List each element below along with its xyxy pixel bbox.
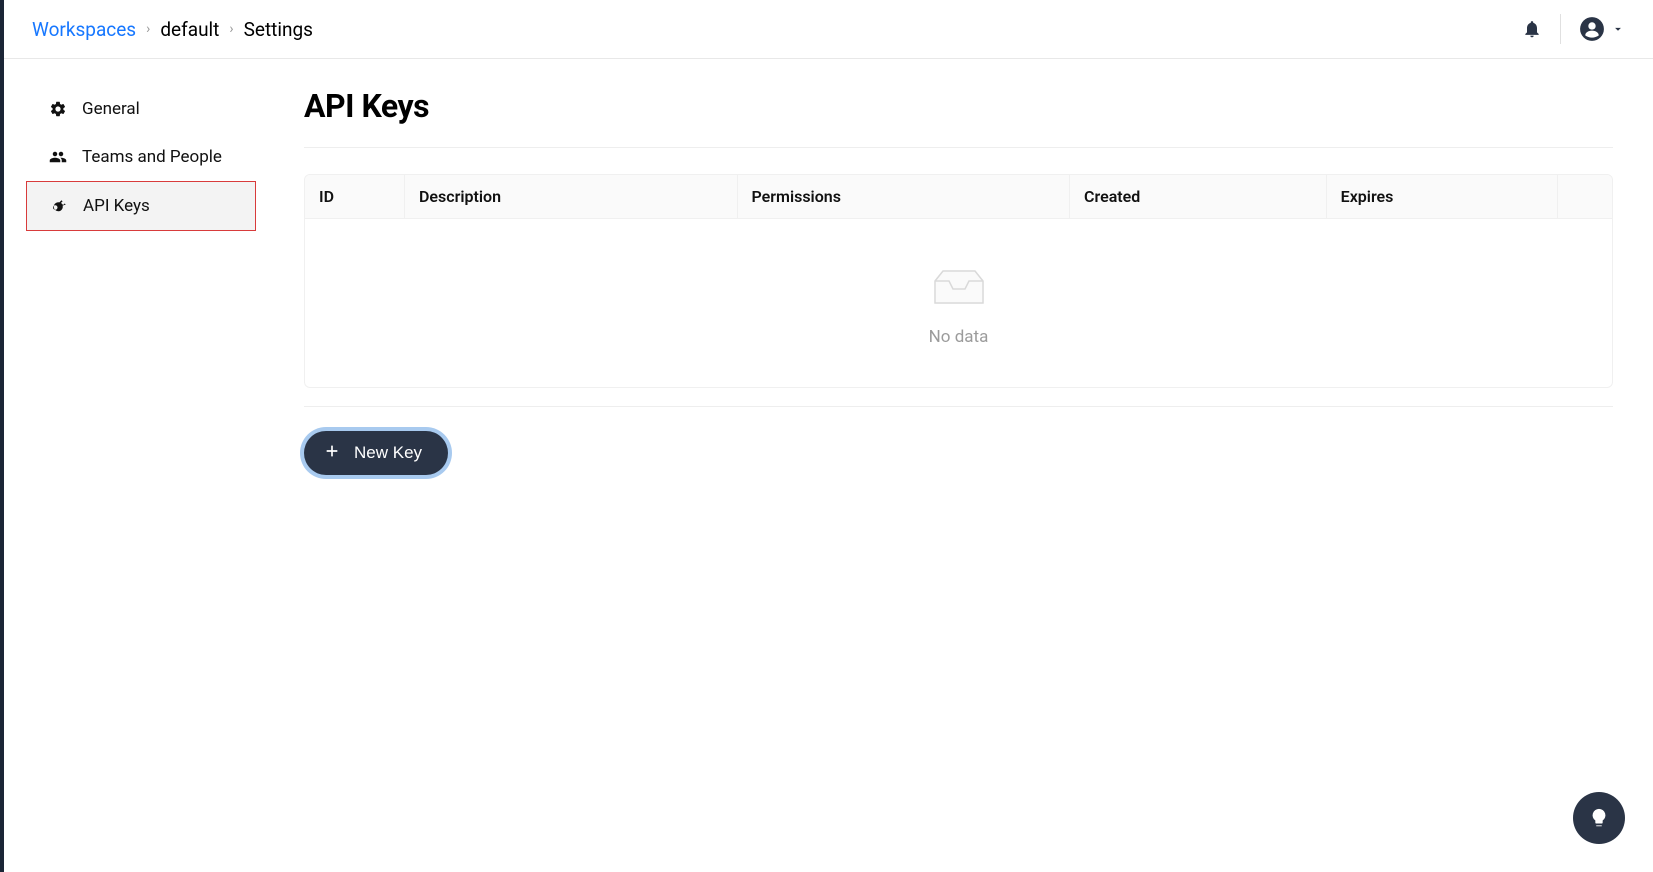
chevron-right-icon: › bbox=[229, 21, 233, 37]
bell-icon[interactable] bbox=[1522, 19, 1542, 39]
sidebar-item-api-keys[interactable]: API Keys bbox=[26, 181, 256, 231]
breadcrumb: Workspaces › default › Settings bbox=[32, 18, 313, 41]
people-icon bbox=[48, 148, 68, 166]
column-header-id: ID bbox=[305, 175, 405, 218]
sidebar-item-general[interactable]: General bbox=[26, 85, 256, 133]
divider bbox=[304, 147, 1613, 148]
help-button[interactable] bbox=[1573, 792, 1625, 844]
header: Workspaces › default › Settings bbox=[4, 0, 1653, 59]
new-key-button[interactable]: New Key bbox=[304, 431, 448, 475]
key-icon bbox=[49, 197, 69, 215]
gear-icon bbox=[48, 100, 68, 118]
empty-inbox-icon bbox=[927, 263, 991, 311]
sidebar-item-teams[interactable]: Teams and People bbox=[26, 133, 256, 181]
column-header-expires: Expires bbox=[1327, 175, 1558, 218]
main-content: API Keys ID Description Permissions Crea… bbox=[264, 59, 1653, 515]
column-header-permissions: Permissions bbox=[738, 175, 1071, 218]
sidebar-item-label: General bbox=[82, 99, 140, 119]
column-header-actions bbox=[1558, 175, 1612, 218]
page-title: API Keys bbox=[304, 87, 1613, 125]
lightbulb-icon bbox=[1588, 807, 1610, 829]
column-header-description: Description bbox=[405, 175, 738, 218]
header-actions bbox=[1522, 14, 1625, 44]
chevron-down-icon bbox=[1611, 22, 1625, 36]
chevron-right-icon: › bbox=[146, 21, 150, 37]
column-header-created: Created bbox=[1070, 175, 1327, 218]
breadcrumb-settings: Settings bbox=[244, 18, 313, 41]
user-menu[interactable] bbox=[1579, 16, 1625, 42]
new-key-label: New Key bbox=[354, 443, 422, 463]
sidebar-item-label: API Keys bbox=[83, 196, 150, 216]
separator bbox=[1560, 14, 1561, 44]
empty-text: No data bbox=[929, 327, 989, 347]
breadcrumb-default[interactable]: default bbox=[160, 18, 219, 41]
table-header-row: ID Description Permissions Created Expir… bbox=[305, 175, 1612, 219]
divider bbox=[304, 406, 1613, 407]
user-avatar-icon bbox=[1579, 16, 1605, 42]
plus-icon bbox=[324, 443, 340, 463]
table-empty-state: No data bbox=[305, 219, 1612, 387]
breadcrumb-workspaces[interactable]: Workspaces bbox=[32, 18, 136, 41]
api-keys-table: ID Description Permissions Created Expir… bbox=[304, 174, 1613, 388]
sidebar-item-label: Teams and People bbox=[82, 147, 222, 167]
sidebar: General Teams and People API Keys bbox=[4, 59, 264, 515]
